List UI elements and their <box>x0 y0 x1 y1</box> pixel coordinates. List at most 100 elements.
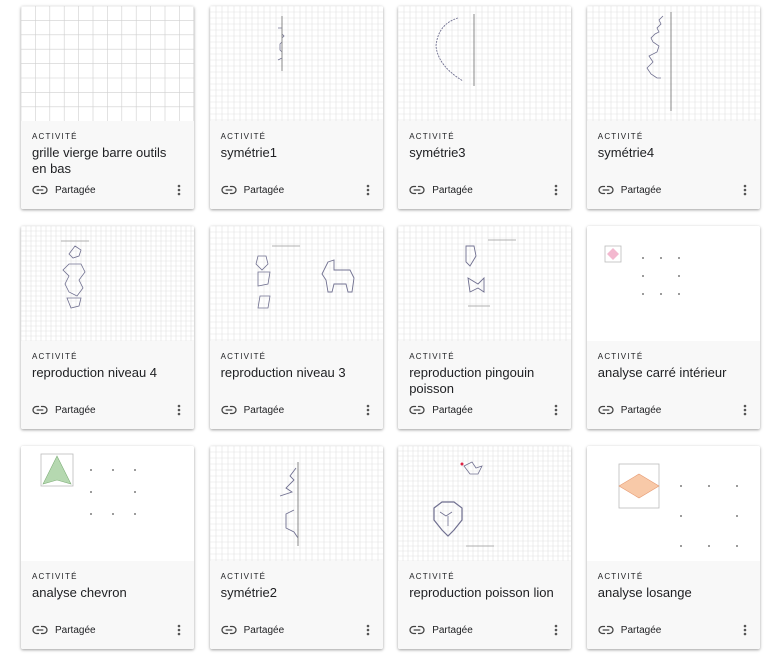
activity-type-label: ACTIVITÉ <box>220 132 267 141</box>
activity-thumbnail[interactable] <box>586 6 760 121</box>
activity-thumbnail[interactable] <box>398 226 572 341</box>
shared-status: Partagée <box>55 404 96 416</box>
activity-title[interactable]: reproduction niveau 3 <box>221 365 372 397</box>
more-vert-icon[interactable] <box>361 623 375 637</box>
activity-thumbnail[interactable] <box>21 226 194 341</box>
link-icon <box>220 625 237 635</box>
activity-title[interactable]: symétrie3 <box>409 145 560 177</box>
thumbnail-drawing <box>604 245 680 295</box>
activity-thumbnail[interactable] <box>398 446 572 561</box>
link-icon <box>409 625 425 635</box>
card-info: ACTIVITÉ analyse carré intérieur Partagé… <box>586 341 760 429</box>
card-info: ACTIVITÉ grille vierge barre outils en b… <box>21 121 194 209</box>
activity-thumbnail[interactable] <box>398 6 572 121</box>
card-info: ACTIVITÉ symétrie2 Partagée <box>209 561 383 649</box>
card-footer: Partagée <box>409 403 563 417</box>
link-icon <box>220 185 237 195</box>
card-info: ACTIVITÉ reproduction pingouin poisson P… <box>398 341 572 429</box>
activity-type-label: ACTIVITÉ <box>32 132 78 141</box>
shared-status: Partagée <box>55 184 96 196</box>
more-vert-icon[interactable] <box>549 183 563 197</box>
activity-card[interactable]: ACTIVITÉ symétrie4 Partagée <box>586 6 760 209</box>
card-info: ACTIVITÉ analyse losange Partagée <box>586 561 760 649</box>
activity-card[interactable]: ACTIVITÉ analyse losange Partagée <box>586 446 760 649</box>
activity-card[interactable]: ACTIVITÉ reproduction pingouin poisson P… <box>398 226 572 429</box>
activity-card[interactable]: ACTIVITÉ analyse carré intérieur Partagé… <box>586 226 760 429</box>
thumbnail-drawing <box>21 6 194 121</box>
activity-card[interactable]: ACTIVITÉ reproduction poisson lion Parta… <box>398 446 572 649</box>
activity-thumbnail[interactable] <box>21 6 194 121</box>
activity-type-label: ACTIVITÉ <box>220 572 267 581</box>
activity-card[interactable]: ACTIVITÉ reproduction niveau 3 Partagée <box>209 226 383 429</box>
activity-type-label: ACTIVITÉ <box>220 352 267 361</box>
shared-status: Partagée <box>243 624 285 636</box>
thumbnail-drawing <box>209 226 383 341</box>
more-vert-icon[interactable] <box>549 403 563 417</box>
more-vert-icon[interactable] <box>738 403 752 417</box>
thumbnail-drawing <box>21 226 194 341</box>
activity-title[interactable]: reproduction pingouin poisson <box>409 365 560 397</box>
activity-title[interactable]: symétrie1 <box>221 145 372 177</box>
shared-status: Partagée <box>55 624 96 636</box>
card-footer: Partagée <box>220 623 375 637</box>
activity-type-label: ACTIVITÉ <box>597 572 644 581</box>
activity-title[interactable]: symétrie4 <box>598 145 749 177</box>
card-footer: Partagée <box>32 623 186 637</box>
card-footer: Partagée <box>598 623 752 637</box>
shared-status: Partagée <box>620 404 662 416</box>
thumbnail-drawing <box>209 446 383 561</box>
activity-type-label: ACTIVITÉ <box>597 352 644 361</box>
activity-type-label: ACTIVITÉ <box>32 352 78 361</box>
link-icon <box>220 405 237 415</box>
thumbnail-drawing <box>209 6 383 121</box>
activity-thumbnail[interactable] <box>586 446 760 561</box>
more-vert-icon[interactable] <box>172 183 186 197</box>
activity-type-label: ACTIVITÉ <box>409 132 455 141</box>
activity-title[interactable]: analyse carré intérieur <box>598 365 749 397</box>
activity-type-label: ACTIVITÉ <box>409 572 455 581</box>
activity-type-label: ACTIVITÉ <box>597 132 644 141</box>
shared-status: Partagée <box>243 184 285 196</box>
activity-thumbnail[interactable] <box>209 446 383 561</box>
thumbnail-drawing <box>398 446 572 561</box>
activity-thumbnail[interactable] <box>209 6 383 121</box>
link-icon <box>409 185 425 195</box>
more-vert-icon[interactable] <box>361 403 375 417</box>
activity-thumbnail[interactable] <box>586 226 760 341</box>
activity-card[interactable]: ACTIVITÉ grille vierge barre outils en b… <box>21 6 194 209</box>
link-icon <box>32 185 48 195</box>
activity-title[interactable]: reproduction poisson lion <box>409 585 560 617</box>
activity-title[interactable]: reproduction niveau 4 <box>32 365 183 397</box>
link-icon <box>598 625 614 635</box>
link-icon <box>598 405 614 415</box>
activity-card[interactable]: ACTIVITÉ reproduction niveau 4 Partagée <box>21 226 194 429</box>
shared-status: Partagée <box>432 404 473 416</box>
link-icon <box>32 405 48 415</box>
more-vert-icon[interactable] <box>738 183 752 197</box>
card-footer: Partagée <box>220 403 375 417</box>
activity-title[interactable]: symétrie2 <box>221 585 372 617</box>
activity-card[interactable]: ACTIVITÉ symétrie3 Partagée <box>398 6 572 209</box>
activity-card[interactable]: ACTIVITÉ symétrie1 Partagée <box>209 6 383 209</box>
more-vert-icon[interactable] <box>172 623 186 637</box>
activity-thumbnail[interactable] <box>209 226 383 341</box>
card-info: ACTIVITÉ reproduction niveau 4 Partagée <box>21 341 194 429</box>
activity-card[interactable]: ACTIVITÉ symétrie2 Partagée <box>209 446 383 649</box>
activity-title[interactable]: analyse chevron <box>32 585 183 617</box>
more-vert-icon[interactable] <box>172 403 186 417</box>
link-icon <box>32 625 48 635</box>
activity-type-label: ACTIVITÉ <box>409 352 455 361</box>
card-info: ACTIVITÉ symétrie1 Partagée <box>209 121 383 209</box>
activity-title[interactable]: grille vierge barre outils en bas <box>32 145 183 177</box>
more-vert-icon[interactable] <box>549 623 563 637</box>
card-info: ACTIVITÉ reproduction niveau 3 Partagée <box>209 341 383 429</box>
activity-grid: ACTIVITÉ grille vierge barre outils en b… <box>0 0 775 649</box>
card-info: ACTIVITÉ symétrie4 Partagée <box>586 121 760 209</box>
activity-thumbnail[interactable] <box>21 446 194 561</box>
thumbnail-drawing <box>398 6 572 121</box>
more-vert-icon[interactable] <box>361 183 375 197</box>
activity-card[interactable]: ACTIVITÉ analyse chevron Partagée <box>21 446 194 649</box>
activity-title[interactable]: analyse losange <box>598 585 749 617</box>
more-vert-icon[interactable] <box>738 623 752 637</box>
thumbnail-drawing <box>618 463 738 547</box>
